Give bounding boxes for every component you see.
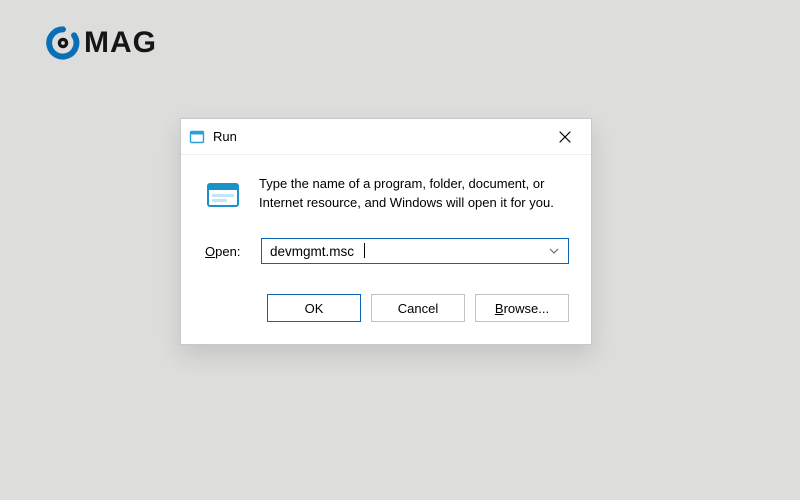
run-dialog: Run Type the name of a program, folder, … [180,118,592,345]
ok-button[interactable]: OK [267,294,361,322]
open-input[interactable] [261,238,569,264]
combobox-dropdown-button[interactable] [545,238,563,264]
close-icon [559,131,571,143]
brand-logo: MAG [46,26,157,60]
dialog-button-row: OK Cancel Browse... [181,274,591,344]
browse-button[interactable]: Browse... [475,294,569,322]
logo-mark-icon [46,26,80,60]
dialog-title: Run [213,129,549,144]
dialog-description: Type the name of a program, folder, docu… [259,175,569,216]
text-caret [364,243,365,258]
titlebar: Run [181,119,591,155]
logo-text: MAG [84,26,157,60]
run-titlebar-icon [189,129,205,145]
cancel-button[interactable]: Cancel [371,294,465,322]
open-label: Open: [205,244,249,259]
close-button[interactable] [549,123,581,151]
open-combobox[interactable] [261,238,569,264]
run-body-icon [205,175,241,216]
chevron-down-icon [549,248,559,254]
